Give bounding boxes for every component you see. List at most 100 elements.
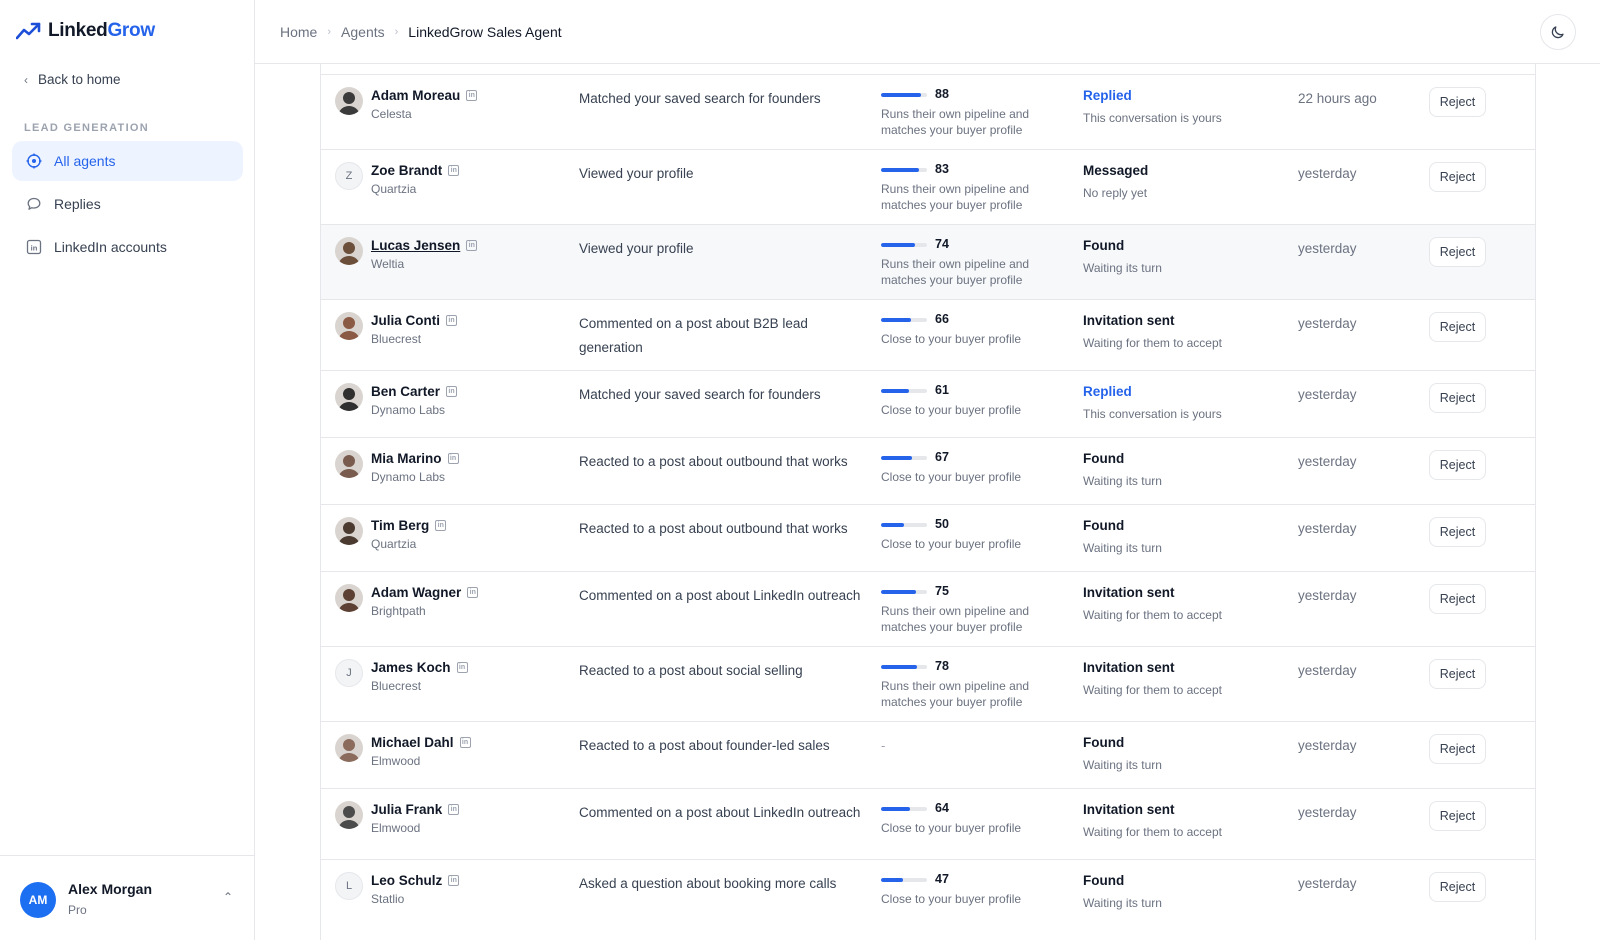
score-bar bbox=[881, 168, 927, 172]
linkedin-icon[interactable]: in bbox=[448, 165, 460, 176]
chevron-right-icon: › bbox=[394, 26, 399, 38]
reject-button[interactable]: Reject bbox=[1429, 734, 1486, 764]
lead-name-line: Zoe Brandt in bbox=[371, 163, 460, 178]
table-row[interactable]: Adam Wagner in Brightpath Commented on a po… bbox=[321, 571, 1535, 646]
breadcrumb-agents[interactable]: Agents bbox=[341, 24, 385, 40]
reject-button[interactable]: Reject bbox=[1429, 383, 1486, 413]
lead-name-line: Adam Wagner in bbox=[371, 585, 479, 600]
lead-status[interactable]: Replied bbox=[1083, 384, 1132, 399]
lead-time: yesterday bbox=[1298, 876, 1357, 891]
table-row[interactable]: Lucas Jensen in Weltia Viewed your profile 7… bbox=[321, 224, 1535, 299]
lead-status-detail: Waiting for them to accept bbox=[1083, 608, 1222, 622]
theme-toggle-button[interactable] bbox=[1540, 14, 1576, 50]
breadcrumb-home[interactable]: Home bbox=[280, 24, 317, 40]
lead-name[interactable]: Michael Dahl bbox=[371, 735, 454, 750]
linkedin-icon[interactable]: in bbox=[456, 662, 468, 673]
lead-name-line: Michael Dahl in bbox=[371, 735, 471, 750]
avatar bbox=[335, 383, 363, 411]
lead-company: Quartzia bbox=[371, 182, 417, 196]
linkedin-icon[interactable]: in bbox=[435, 520, 447, 531]
lead-name[interactable]: Julia Conti bbox=[371, 313, 440, 328]
table-row[interactable]: Mia Marino in Dynamo Labs Reacted to a post… bbox=[321, 437, 1535, 504]
reject-button[interactable]: Reject bbox=[1429, 584, 1486, 614]
lead-name-line: Adam Moreau in bbox=[371, 88, 478, 103]
profile-fit: Close to your buyer profile bbox=[881, 537, 1022, 551]
lead-status[interactable]: Replied bbox=[1083, 88, 1132, 103]
avatar bbox=[335, 87, 363, 115]
profile-fit: Close to your buyer profile bbox=[881, 892, 1022, 906]
table-row[interactable]: Julia Conti in Bluecrest Commented on a pos… bbox=[321, 299, 1535, 370]
lead-time: yesterday bbox=[1298, 166, 1357, 181]
lead-name-line: Mia Marino in bbox=[371, 451, 459, 466]
reject-button[interactable]: Reject bbox=[1429, 659, 1486, 689]
linkedin-icon[interactable]: in bbox=[448, 875, 460, 886]
lead-status: Invitation sent bbox=[1083, 660, 1175, 675]
reject-button[interactable]: Reject bbox=[1429, 237, 1486, 267]
sidebar-item-linkedin-accounts[interactable]: in LinkedIn accounts bbox=[12, 227, 243, 267]
reject-button[interactable]: Reject bbox=[1429, 87, 1486, 117]
table-row[interactable]: L Leo Schulz in Statlio Asked a question abo… bbox=[321, 859, 1535, 929]
sidebar-item-replies[interactable]: Replies bbox=[12, 184, 243, 224]
linkedin-icon[interactable]: in bbox=[467, 587, 479, 598]
lead-time: 22 hours ago bbox=[1298, 91, 1377, 106]
reject-button[interactable]: Reject bbox=[1429, 801, 1486, 831]
lead-name-line: James Koch in bbox=[371, 660, 468, 675]
linkedin-icon[interactable]: in bbox=[448, 804, 460, 815]
linkedin-icon[interactable]: in bbox=[447, 453, 459, 464]
logo[interactable]: LinkedGrow bbox=[16, 20, 155, 42]
profile-fit: Close to your buyer profile bbox=[881, 403, 1022, 417]
table-row[interactable]: Z Zoe Brandt in Quartzia Viewed your profile… bbox=[321, 149, 1535, 224]
profile-fit: Close to your buyer profile bbox=[881, 821, 1022, 835]
avatar: AM bbox=[20, 882, 56, 918]
lead-name[interactable]: Lucas Jensen bbox=[371, 238, 460, 253]
table-row[interactable]: J James Koch in Bluecrest Reacted to a post … bbox=[321, 646, 1535, 721]
table-row[interactable]: Tim Berg in Quartzia Reacted to a post abou… bbox=[321, 504, 1535, 571]
table-top-spacer bbox=[321, 64, 1535, 74]
lead-name[interactable]: Adam Moreau bbox=[371, 88, 460, 103]
table-row[interactable]: Julia Frank in Elmwood Commented on a post … bbox=[321, 788, 1535, 859]
linkedin-icon[interactable]: in bbox=[446, 386, 458, 397]
reject-button[interactable]: Reject bbox=[1429, 517, 1486, 547]
lead-name[interactable]: Adam Wagner bbox=[371, 585, 461, 600]
linkedin-icon[interactable]: in bbox=[466, 90, 478, 101]
reject-button[interactable]: Reject bbox=[1429, 872, 1486, 902]
avatar bbox=[335, 801, 363, 829]
score-bar bbox=[881, 93, 927, 97]
linkedin-icon[interactable]: in bbox=[459, 737, 471, 748]
reject-button[interactable]: Reject bbox=[1429, 312, 1486, 342]
lead-name[interactable]: James Koch bbox=[371, 660, 451, 675]
lead-name[interactable]: Leo Schulz bbox=[371, 873, 442, 888]
lead-status: Invitation sent bbox=[1083, 802, 1175, 817]
table-row[interactable]: Michael Dahl in Elmwood Reacted to a post a… bbox=[321, 721, 1535, 788]
linkedin-icon: in bbox=[26, 239, 42, 255]
user-menu[interactable]: AM Alex Morgan Pro ⌃ bbox=[0, 855, 255, 940]
reject-button[interactable]: Reject bbox=[1429, 450, 1486, 480]
lead-company: Weltia bbox=[371, 257, 405, 271]
lead-time: yesterday bbox=[1298, 241, 1357, 256]
profile-fit: Runs their own pipeline and matches your… bbox=[881, 257, 1030, 287]
back-to-home-link[interactable]: ‹ Back to home bbox=[24, 72, 121, 87]
lead-name[interactable]: Mia Marino bbox=[371, 451, 442, 466]
linkedin-icon[interactable]: in bbox=[466, 240, 478, 251]
reject-button[interactable]: Reject bbox=[1429, 162, 1486, 192]
chevron-up-icon[interactable]: ⌃ bbox=[223, 890, 233, 904]
sidebar-item-all-agents[interactable]: All agents bbox=[12, 141, 243, 181]
table-row[interactable]: Adam Moreau in Celesta Matched your saved s… bbox=[321, 74, 1535, 149]
target-icon bbox=[26, 153, 42, 169]
lead-name[interactable]: Ben Carter bbox=[371, 384, 440, 399]
lead-company: Dynamo Labs bbox=[371, 403, 446, 417]
lead-reason: Reacted to a post about outbound that wo… bbox=[579, 521, 848, 536]
section-label: LEAD GENERATION bbox=[24, 122, 150, 134]
lead-status: Found bbox=[1083, 238, 1125, 253]
lead-name[interactable]: Zoe Brandt bbox=[371, 163, 442, 178]
table-row[interactable]: Ben Carter in Dynamo Labs Matched your save… bbox=[321, 370, 1535, 437]
lead-name[interactable]: Tim Berg bbox=[371, 518, 429, 533]
linkedin-icon[interactable]: in bbox=[446, 315, 458, 326]
score-bar bbox=[881, 389, 927, 393]
lead-name-line: Julia Conti in bbox=[371, 313, 458, 328]
moon-icon bbox=[1551, 26, 1564, 39]
table-body: Adam Moreau in Celesta Matched your saved s… bbox=[321, 74, 1535, 929]
lead-status-detail: Waiting for them to accept bbox=[1083, 336, 1222, 350]
lead-name[interactable]: Julia Frank bbox=[371, 802, 442, 817]
lead-status: Invitation sent bbox=[1083, 585, 1175, 600]
